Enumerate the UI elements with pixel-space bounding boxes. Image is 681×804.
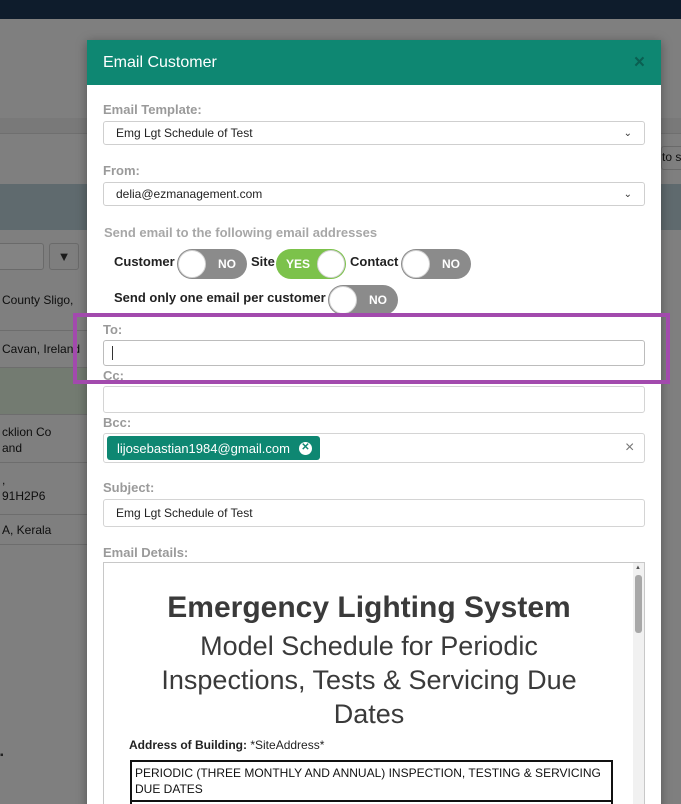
document-address-line: Address of Building: *SiteAddress*	[129, 738, 324, 752]
document-table-header: PERIODIC (THREE MONTHLY AND ANNUAL) INSP…	[132, 762, 611, 802]
one-email-label: Send only one email per customer	[114, 290, 326, 305]
site-toggle[interactable]: YES	[276, 249, 346, 279]
subject-input[interactable]: Emg Lgt Schedule of Test	[103, 499, 645, 527]
document-heading: Emergency Lighting System	[167, 591, 571, 624]
document-subheading: Model Schedule for Periodic Inspections,…	[161, 631, 577, 729]
background-row[interactable]: cklion Co and	[0, 415, 88, 463]
background-right-text: to s	[662, 150, 681, 164]
background-marker: ▪	[0, 750, 4, 761]
highlight-box	[73, 313, 670, 384]
document-table: PERIODIC (THREE MONTHLY AND ANNUAL) INSP…	[130, 760, 613, 804]
subject-label: Subject:	[103, 480, 155, 495]
filter-icon[interactable]: ▼	[49, 243, 79, 270]
email-template-label: Email Template:	[103, 102, 202, 117]
remove-tag-icon[interactable]: ✕	[298, 441, 312, 455]
email-details-editor[interactable]: Emergency Lighting System Model Schedule…	[103, 562, 645, 804]
modal-title: Email Customer	[103, 53, 217, 71]
contact-toggle-state: NO	[442, 257, 460, 271]
email-details-label: Email Details:	[103, 545, 189, 560]
customer-toggle-label: Customer	[114, 254, 175, 269]
bcc-email-tag-label: lijosebastian1984@gmail.com	[117, 440, 290, 456]
contact-toggle-label: Contact	[350, 254, 399, 269]
background-row-text: Cavan, Ireland	[2, 342, 81, 356]
background-row-text: cklion Co and	[2, 425, 52, 455]
toggle-knob	[317, 250, 345, 278]
chevron-down-icon: ⌄	[623, 127, 632, 139]
editor-scrollbar[interactable]: ▲	[633, 563, 644, 804]
toggle-knob	[402, 250, 430, 278]
scroll-up-icon[interactable]: ▲	[635, 565, 641, 571]
clear-icon[interactable]: ×	[625, 439, 634, 457]
chevron-down-icon: ⌄	[623, 188, 632, 200]
background-row-text: A, Kerala	[2, 523, 52, 537]
email-template-value: Emg Lgt Schedule of Test	[116, 126, 253, 140]
top-navbar	[0, 0, 681, 19]
from-value: delia@ezmanagement.com	[116, 187, 263, 201]
email-template-select[interactable]: Emg Lgt Schedule of Test ⌄	[103, 121, 645, 145]
toggle-knob	[329, 286, 357, 314]
one-email-toggle[interactable]: NO	[328, 285, 398, 315]
scroll-thumb[interactable]	[635, 575, 642, 633]
background-row-text: , 91H2P6	[2, 473, 46, 503]
bcc-label: Bcc:	[103, 415, 132, 430]
email-customer-modal: Email Customer × Email Template: Emg Lgt…	[87, 40, 661, 804]
customer-toggle-state: NO	[218, 257, 236, 271]
from-label: From:	[103, 163, 140, 178]
close-icon[interactable]: ×	[634, 52, 645, 74]
address-label: Address of Building:	[129, 738, 247, 752]
background-row[interactable]: A, Kerala	[0, 515, 88, 545]
send-to-label: Send email to the following email addres…	[104, 225, 378, 240]
background-row[interactable]: , 91H2P6	[0, 463, 88, 515]
contact-toggle[interactable]: NO	[401, 249, 471, 279]
background-row-text: County Sligo,	[2, 293, 74, 307]
cc-input[interactable]	[103, 386, 645, 413]
customer-toggle[interactable]: NO	[177, 249, 247, 279]
address-value: *SiteAddress*	[250, 738, 325, 752]
background-filter-input[interactable]	[0, 243, 44, 270]
site-toggle-label: Site	[251, 254, 275, 269]
subject-value: Emg Lgt Schedule of Test	[116, 506, 253, 520]
site-toggle-state: YES	[286, 257, 311, 271]
from-select[interactable]: delia@ezmanagement.com ⌄	[103, 182, 645, 206]
toggle-knob	[178, 250, 206, 278]
bcc-email-tag[interactable]: lijosebastian1984@gmail.com ✕	[107, 436, 320, 460]
modal-header: Email Customer ×	[87, 40, 661, 85]
one-email-toggle-state: NO	[369, 293, 387, 307]
